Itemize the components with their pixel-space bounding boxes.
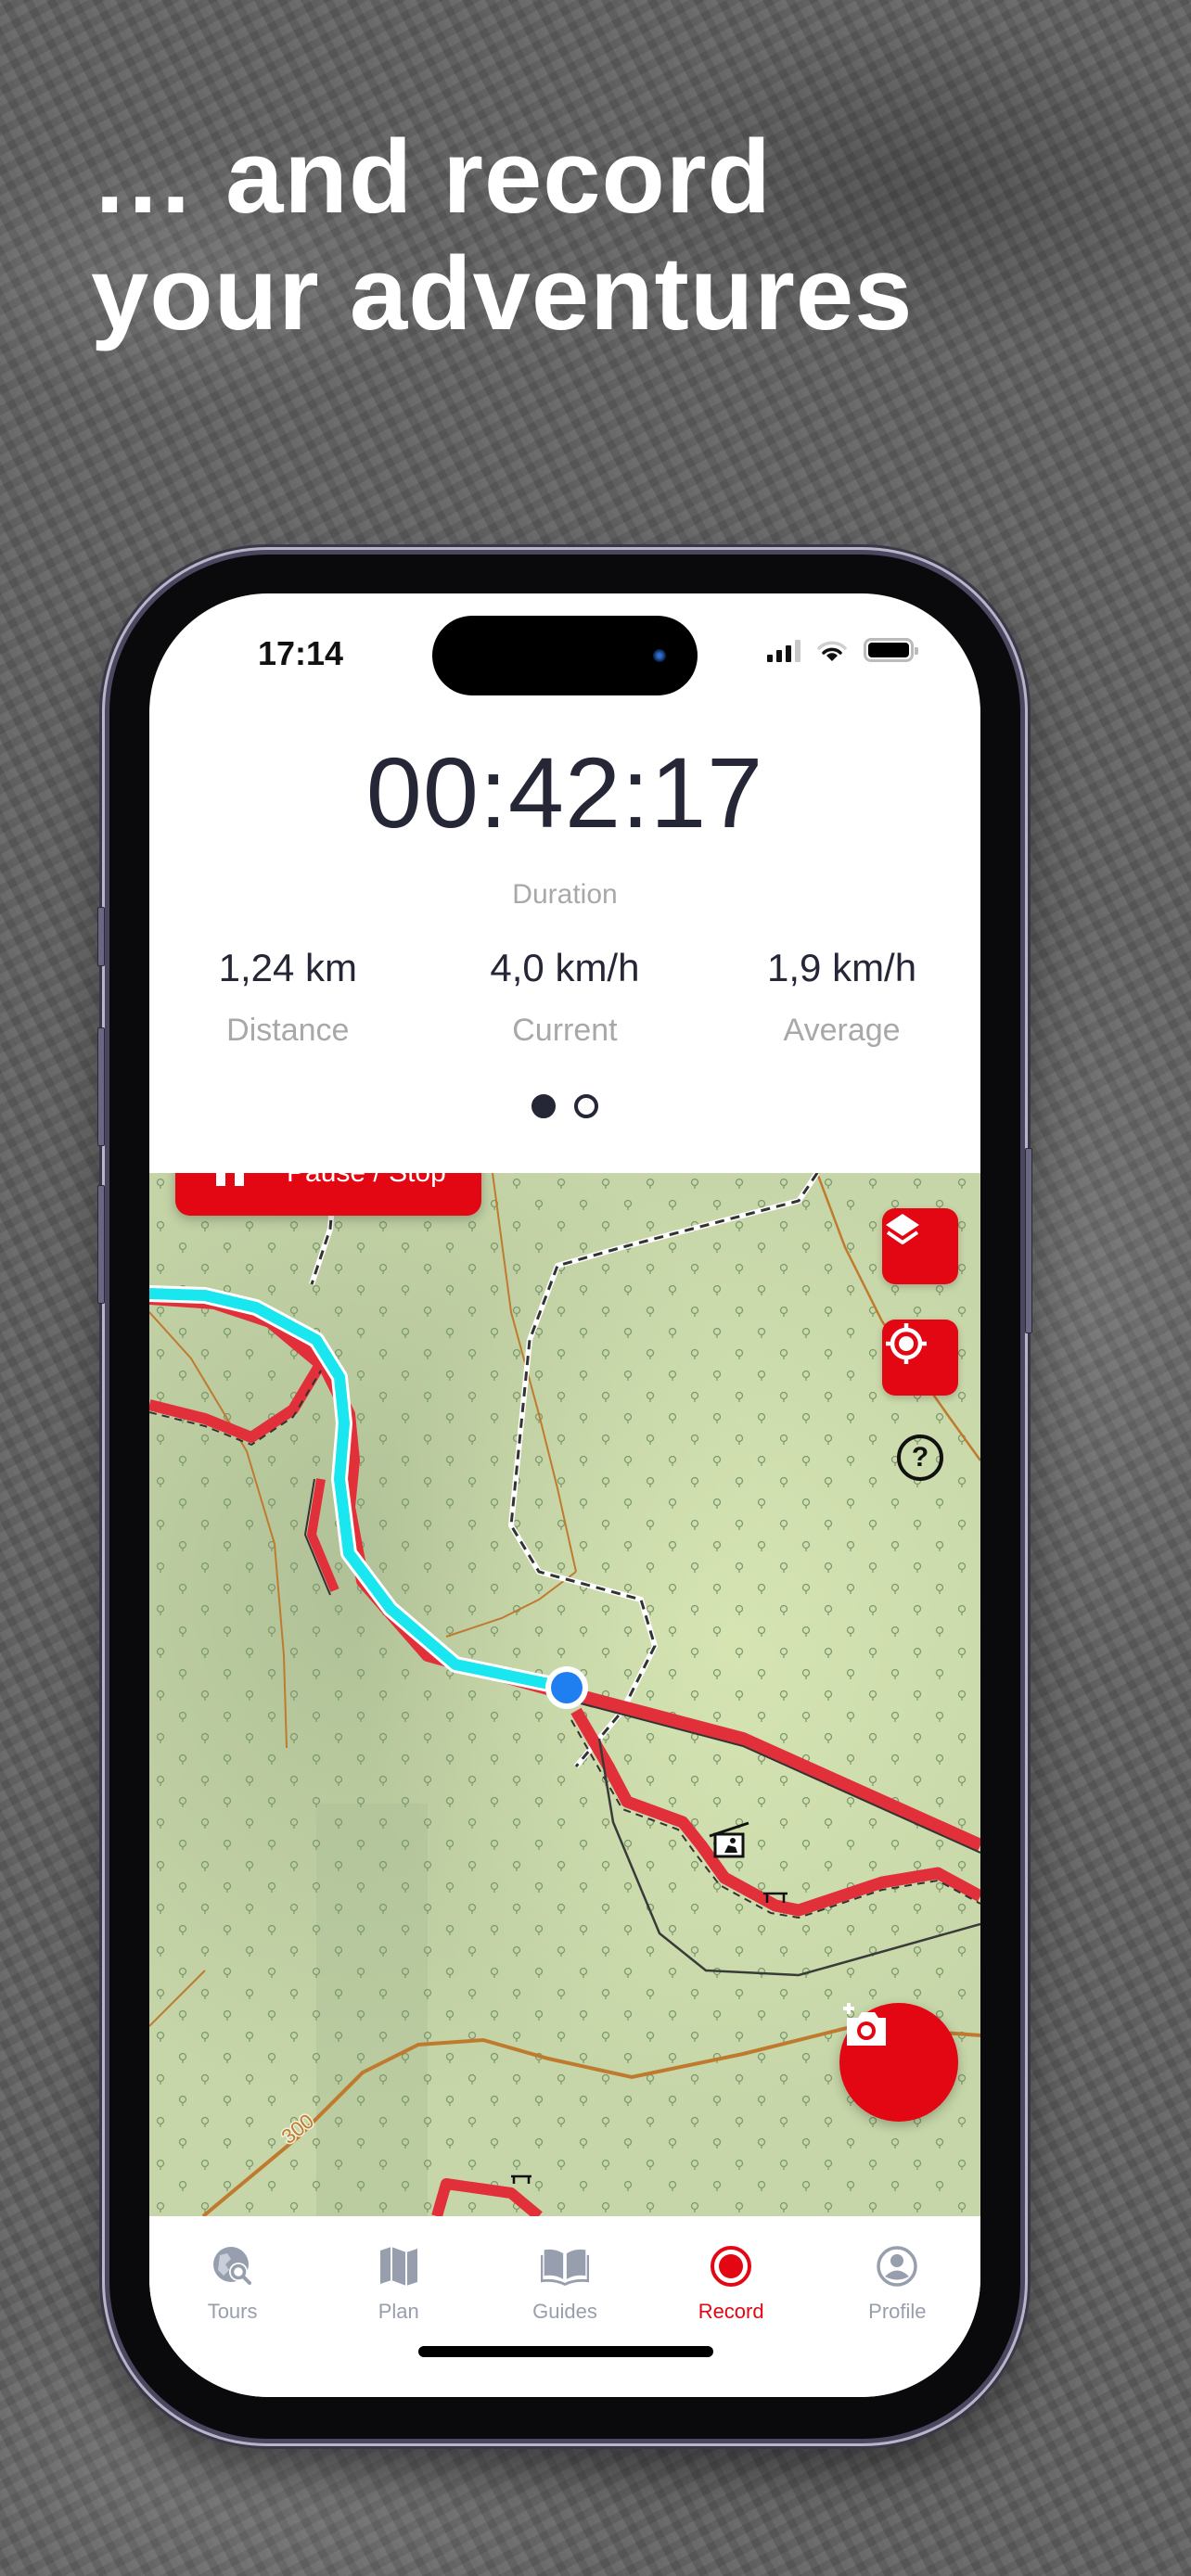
headline: … and record your adventures: [91, 119, 913, 352]
headline-line-1: … and record: [91, 119, 772, 235]
pause-stop-button[interactable]: Pause / Stop: [175, 1173, 481, 1216]
metric-label: Average: [783, 1013, 901, 1048]
status-time: 17:14: [258, 634, 344, 672]
signal-icon: [767, 640, 800, 662]
phone-screen: 17:14 00:42:17 Duration 1,24 km Distance…: [149, 593, 980, 2397]
map-layers-button[interactable]: [882, 1208, 958, 1284]
tab-record[interactable]: Record: [652, 2242, 810, 2324]
help-icon: ?: [911, 1442, 929, 1473]
page-indicator[interactable]: [149, 1094, 980, 1118]
profile-icon: [877, 2246, 918, 2287]
wifi-icon: [817, 641, 847, 661]
status-bar: 17:14: [149, 593, 980, 714]
metric-average-speed: 1,9 km/h Average: [703, 946, 980, 1049]
volume-up-button: [97, 1027, 105, 1146]
pause-icon: [216, 1173, 244, 1186]
action-button: [97, 907, 105, 966]
front-camera: [653, 649, 666, 662]
record-icon: [711, 2246, 752, 2287]
metric-label: Distance: [226, 1013, 350, 1048]
duration-label: Duration: [512, 879, 618, 910]
metric-value: 1,24 km: [218, 946, 358, 989]
headline-line-2: your adventures: [91, 236, 914, 351]
phone-frame: 17:14 00:42:17 Duration 1,24 km Distance…: [97, 555, 1032, 2439]
metric-value: 4,0 km/h: [490, 946, 640, 989]
open-book-icon: [540, 2249, 589, 2287]
tab-label: Profile: [868, 2300, 927, 2323]
metrics-row: 1,24 km Distance 4,0 km/h Current 1,9 km…: [149, 946, 980, 1049]
volume-down-button: [97, 1185, 105, 1304]
recording-stats-panel: 00:42:17 Duration 1,24 km Distance 4,0 k…: [149, 714, 980, 1173]
pause-stop-label: Pause / Stop: [287, 1173, 446, 1189]
metric-value: 1,9 km/h: [767, 946, 917, 989]
metric-distance: 1,24 km Distance: [149, 946, 427, 1049]
globe-search-icon: [212, 2247, 251, 2285]
tab-plan[interactable]: Plan: [320, 2242, 478, 2324]
add-photo-button[interactable]: [839, 2003, 958, 2122]
tab-guides[interactable]: Guides: [486, 2242, 644, 2324]
crosshair-locate-icon: [886, 1323, 927, 1364]
battery-icon: [864, 638, 918, 662]
page-dot-1[interactable]: [531, 1094, 556, 1118]
add-photo-camera-icon: [843, 2003, 886, 2046]
locate-me-button[interactable]: [882, 1320, 958, 1396]
tab-bar: Tours Plan Guides Record Profile: [149, 2216, 980, 2397]
tab-profile[interactable]: Profile: [818, 2242, 976, 2324]
power-button: [1025, 1148, 1032, 1333]
folded-map-icon: [379, 2247, 417, 2286]
dynamic-island: [432, 616, 698, 695]
metric-label: Current: [512, 1013, 618, 1048]
tab-label: Tours: [207, 2300, 258, 2323]
layers-icon: [886, 1214, 919, 1244]
tab-tours[interactable]: Tours: [154, 2242, 312, 2324]
map-help-button[interactable]: ?: [897, 1435, 943, 1481]
duration-value: 00:42:17: [365, 736, 764, 848]
metric-current-speed: 4,0 km/h Current: [427, 946, 704, 1049]
tab-label: Record: [698, 2300, 764, 2323]
map-view[interactable]: 300 ?: [149, 1173, 980, 2216]
home-indicator[interactable]: [418, 2346, 713, 2357]
current-position-marker: [551, 1672, 583, 1703]
tab-label: Plan: [378, 2300, 419, 2323]
tab-label: Guides: [532, 2300, 597, 2323]
status-icons: [767, 638, 918, 662]
page-dot-2[interactable]: [574, 1094, 598, 1118]
